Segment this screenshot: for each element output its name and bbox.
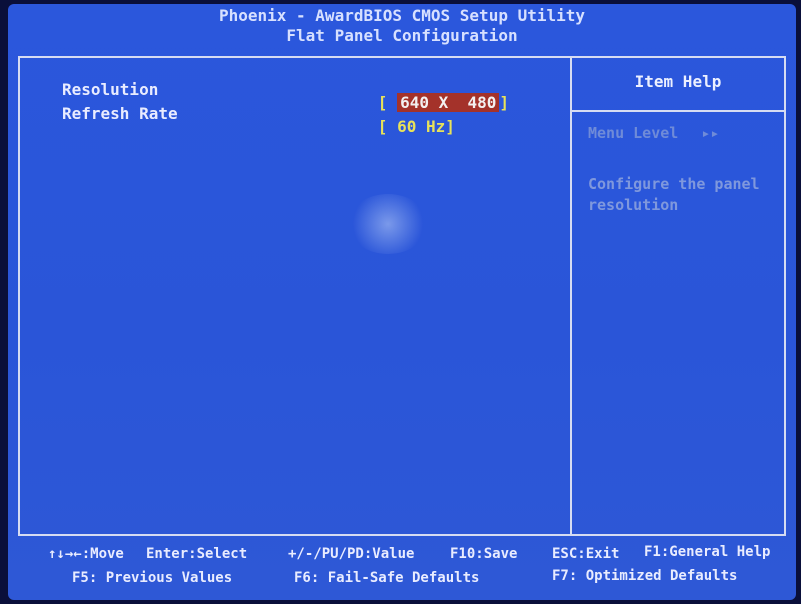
key-optimized-defaults: F7: Optimized Defaults <box>552 568 738 584</box>
page-title: Flat Panel Configuration <box>286 26 518 45</box>
setting-label-refresh-rate: Refresh Rate <box>62 104 178 123</box>
key-general-help: F1:General Help <box>644 544 771 560</box>
refresh-rate-value[interactable]: 60 Hz <box>397 117 445 136</box>
help-header-divider <box>570 110 784 112</box>
bracket-close: ] <box>445 117 455 136</box>
bios-screen: Phoenix - AwardBIOS CMOS Setup Utility F… <box>8 4 796 600</box>
help-description: Configure the panel resolution <box>588 175 760 214</box>
key-exit: ESC:Exit <box>552 546 620 562</box>
app-title: Phoenix - AwardBIOS CMOS Setup Utility <box>218 6 586 25</box>
setting-label-resolution: Resolution <box>62 80 159 99</box>
setting-value-refresh-rate[interactable]: [ 60 Hz] <box>320 98 455 155</box>
title-bar: Phoenix - AwardBIOS CMOS Setup Utility F… <box>8 4 796 52</box>
main-frame: Resolution [ 640 X 480] Refresh Rate [ 6… <box>18 56 786 536</box>
key-select: Enter:Select <box>146 546 248 562</box>
key-save: F10:Save <box>450 546 518 562</box>
key-move: ↑↓→←:Move <box>48 546 124 562</box>
panel-divider <box>570 58 572 534</box>
bracket-close: ] <box>499 93 510 112</box>
menu-level-label: Menu Level <box>588 124 679 142</box>
key-previous-values: F5: Previous Values <box>72 570 233 586</box>
item-help-title: Item Help <box>634 72 722 91</box>
menu-level-arrow-icon: ▸▸ <box>701 124 720 142</box>
bracket-open: [ <box>377 117 398 136</box>
key-help-footer: ↑↓→←:Move Enter:Select +/-/PU/PD:Value F… <box>8 538 796 600</box>
key-value: +/-/PU/PD:Value <box>288 546 415 562</box>
menu-level: Menu Level ▸▸ <box>588 124 719 142</box>
key-failsafe-defaults: F6: Fail-Safe Defaults <box>294 570 480 586</box>
